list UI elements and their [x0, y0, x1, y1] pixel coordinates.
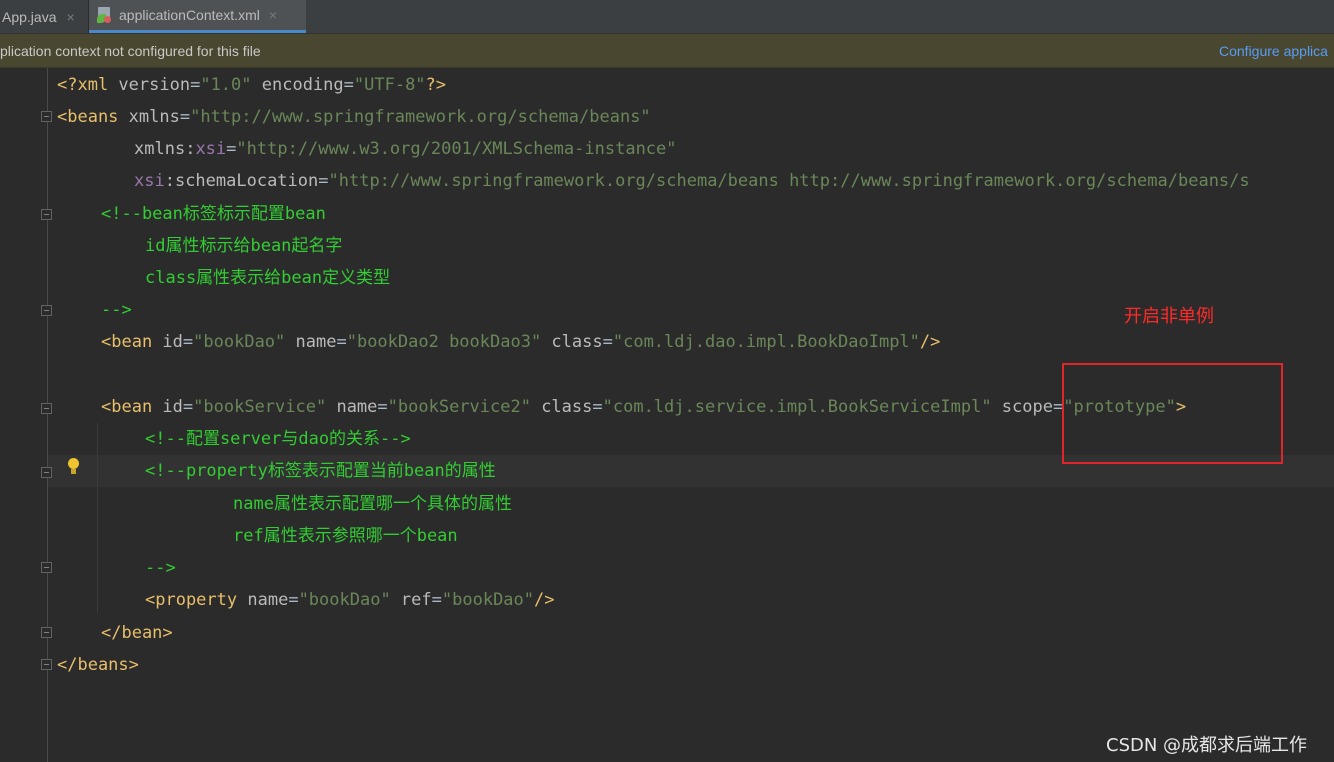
- code-comment-line: ref属性表示参照哪一个bean: [233, 526, 458, 546]
- tab-app-java[interactable]: App.java ×: [0, 0, 88, 33]
- code-comment-line: <!--property标签表示配置当前bean的属性: [145, 461, 496, 481]
- tab-label: applicationContext.xml: [119, 7, 260, 23]
- code-comment-line: <!--bean标签标示配置bean: [101, 204, 326, 224]
- tab-application-context-xml[interactable]: applicationContext.xml ×: [89, 0, 306, 33]
- code-line: <bean id="bookDao" name="bookDao2 bookDa…: [101, 332, 941, 352]
- close-icon[interactable]: ×: [269, 7, 277, 23]
- code-comment-line: -->: [101, 300, 132, 320]
- code-line: <beans xmlns="http://www.springframework…: [57, 107, 651, 127]
- fold-marker[interactable]: [41, 305, 52, 316]
- lightbulb-icon[interactable]: [66, 458, 82, 478]
- code-comment-line: name属性表示配置哪一个具体的属性: [233, 494, 512, 514]
- configure-link[interactable]: Configure applica: [1219, 43, 1328, 59]
- code-comment-line: <!--配置server与dao的关系-->: [145, 429, 411, 449]
- code-line: xsi:schemaLocation="http://www.springfra…: [134, 171, 1250, 191]
- code-comment-line: class属性表示给bean定义类型: [145, 268, 391, 288]
- editor-tab-bar: App.java × applicationContext.xml ×: [0, 0, 1334, 34]
- gutter-divider: [47, 68, 48, 762]
- fold-marker[interactable]: [41, 403, 52, 414]
- code-line: <?xml version="1.0" encoding="UTF-8"?>: [57, 75, 447, 95]
- tab-label: App.java: [2, 8, 57, 25]
- code-line: </bean>: [101, 623, 173, 643]
- spring-xml-file-icon: [97, 7, 112, 23]
- close-icon[interactable]: ×: [66, 9, 74, 25]
- code-line: </beans>: [57, 655, 139, 675]
- code-line: <bean id="bookService" name="bookService…: [101, 397, 1187, 417]
- code-line: xmlns:xsi="http://www.w3.org/2001/XMLSch…: [134, 139, 677, 159]
- fold-marker[interactable]: [41, 659, 52, 670]
- code-editor[interactable]: <?xml version="1.0" encoding="UTF-8"?> <…: [0, 68, 1334, 762]
- fold-marker[interactable]: [41, 627, 52, 638]
- banner-message: plication context not configured for thi…: [0, 42, 261, 59]
- annotation-highlight-box: [1062, 363, 1283, 464]
- code-line: <property name="bookDao" ref="bookDao"/>: [145, 590, 555, 610]
- notification-banner: plication context not configured for thi…: [0, 34, 1334, 68]
- annotation-note: 开启非单例: [1124, 306, 1214, 327]
- fold-marker[interactable]: [41, 111, 52, 122]
- watermark: CSDN @成都求后端工作: [1106, 735, 1308, 756]
- fold-marker[interactable]: [41, 209, 52, 220]
- fold-marker[interactable]: [41, 562, 52, 573]
- code-comment-line: id属性标示给bean起名字: [145, 236, 343, 256]
- fold-marker[interactable]: [41, 467, 52, 478]
- code-comment-line: -->: [145, 558, 176, 578]
- indent-guide: [97, 423, 98, 613]
